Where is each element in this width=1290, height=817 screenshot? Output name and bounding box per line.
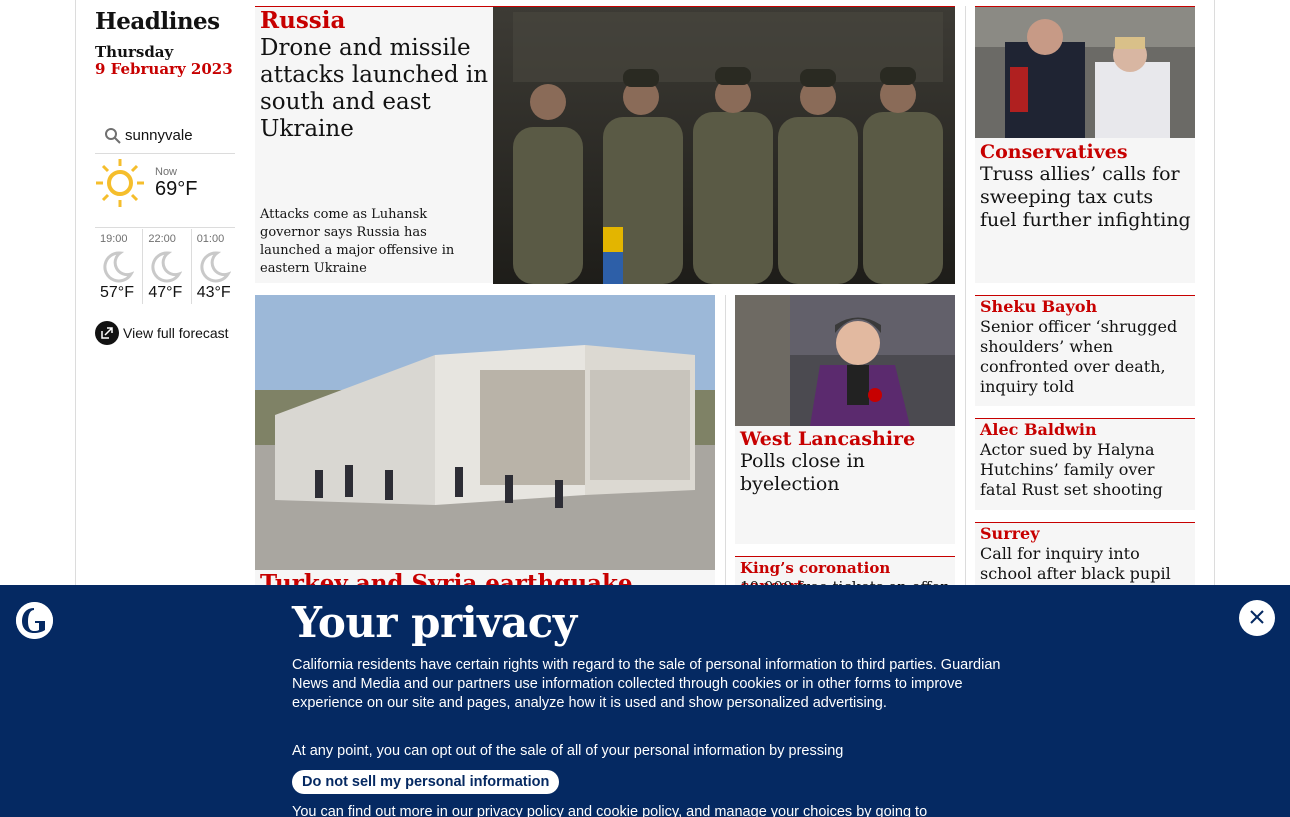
story-card-turkey-syria[interactable]: Turkey and Syria earthquake (255, 295, 715, 597)
weather-location-search[interactable]: sunnyvale (95, 118, 235, 154)
sun-icon (95, 158, 147, 214)
story-kicker: Russia (260, 7, 346, 34)
story-headline[interactable]: Drone and missile attacks launched in so… (260, 35, 490, 143)
forecast-time: 22:00 (148, 233, 176, 245)
column-divider (725, 295, 726, 585)
weather-now: Now 69°F (95, 158, 235, 228)
privacy-banner: Your privacy California residents have c… (0, 585, 1290, 817)
weather-now-label: Now (155, 166, 178, 178)
weather-location-input[interactable]: sunnyvale (125, 127, 225, 144)
forecast-item: 19:00 57°F (95, 229, 144, 304)
story-kicker: Alec Baldwin (980, 420, 1097, 439)
close-icon (1249, 609, 1265, 628)
story-card-russia[interactable]: Russia Drone and missile attacks launche… (255, 6, 955, 284)
view-full-forecast-label: View full forecast (123, 325, 229, 341)
date-full: 9 February 2023 (95, 60, 233, 78)
forecast-time: 19:00 (100, 233, 128, 245)
close-privacy-button[interactable] (1239, 600, 1275, 636)
story-image (735, 295, 955, 426)
forecast-temp: 43°F (196, 284, 231, 301)
forecast-item: 22:00 47°F (143, 229, 192, 304)
forecast-temp: 57°F (100, 284, 134, 301)
story-standfirst: Attacks come as Luhansk governor says Ru… (260, 207, 455, 276)
story-headline[interactable]: Truss allies’ calls for sweeping tax cut… (980, 163, 1192, 232)
external-link-icon (95, 321, 119, 345)
story-card-surrey[interactable]: Surrey Call for inquiry into school afte… (975, 522, 1195, 603)
story-card-west-lancashire[interactable]: West Lancashire Polls close in byelectio… (735, 295, 955, 544)
column-divider (965, 6, 966, 586)
story-headline[interactable]: Polls close in byelection (740, 450, 952, 496)
story-kicker: Conservatives (980, 141, 1128, 163)
story-kicker: Surrey (980, 524, 1040, 543)
guardian-logo-icon (16, 602, 53, 639)
story-image (255, 295, 715, 570)
privacy-body: California residents have certain rights… (292, 657, 1001, 711)
section-title: Headlines (95, 8, 220, 35)
story-image (493, 7, 955, 284)
privacy-body-more: You can find out more in our privacy pol… (292, 804, 928, 817)
privacy-title: Your privacy (292, 598, 577, 647)
moon-icon (197, 249, 232, 287)
privacy-body-optout: At any point, you can opt out of the sal… (292, 743, 844, 759)
date-day: Thursday (95, 43, 174, 61)
story-headline[interactable]: Actor sued by Halyna Hutchins’ family ov… (980, 440, 1192, 500)
story-card-sheku-bayoh[interactable]: Sheku Bayoh Senior officer ‘shrugged sho… (975, 295, 1195, 406)
moon-icon (148, 249, 183, 287)
search-icon (103, 126, 123, 146)
forecast-temp: 47°F (148, 284, 183, 301)
story-card-conservatives[interactable]: Conservatives Truss allies’ calls for sw… (975, 6, 1195, 283)
story-kicker: Sheku Bayoh (980, 297, 1098, 316)
forecast-item: 01:00 43°F (192, 229, 240, 304)
weather-forecast: 19:00 57°F 22:00 47°F 01:00 43°F (95, 229, 240, 304)
story-card-alec-baldwin[interactable]: Alec Baldwin Actor sued by Halyna Hutchi… (975, 418, 1195, 510)
moon-icon (100, 249, 135, 287)
forecast-time: 01:00 (196, 233, 225, 245)
story-kicker: West Lancashire (740, 428, 916, 450)
view-full-forecast-link[interactable]: View full forecast (95, 321, 229, 345)
weather-now-temp: 69°F (155, 178, 198, 200)
do-not-sell-button[interactable]: Do not sell my personal information (292, 770, 560, 794)
story-image (975, 7, 1195, 138)
story-headline[interactable]: Senior officer ‘shrugged shoulders’ when… (980, 317, 1192, 397)
